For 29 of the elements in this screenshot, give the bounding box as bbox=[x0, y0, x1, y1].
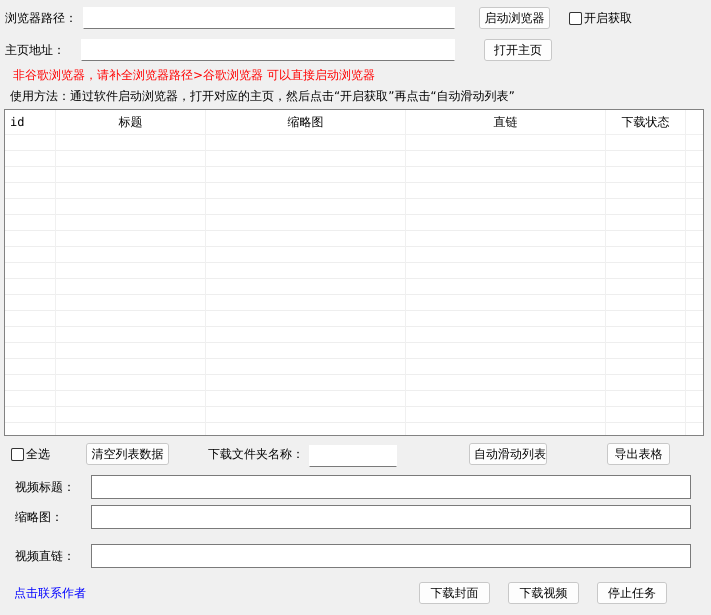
checkbox-label: 全选 bbox=[26, 446, 50, 462]
field-label: 缩略图： bbox=[15, 508, 64, 526]
open-home-button[interactable]: 打开主页 bbox=[484, 39, 552, 61]
launch-button[interactable]: 启动浏览器 bbox=[479, 7, 550, 29]
input-field[interactable] bbox=[91, 475, 691, 499]
warning-text: 非谷歌浏览器，请补全浏览器路径>谷歌浏览器 可以直接启动浏览器 bbox=[13, 67, 376, 82]
action-button[interactable]: 停止任务 bbox=[597, 582, 667, 604]
checkbox[interactable] bbox=[569, 12, 582, 24]
clear-button[interactable]: 清空列表数据 bbox=[86, 443, 169, 465]
usage-text: 使用方法：通过软件启动浏览器，打开对应的主页，然后点击“开启获取”再点击“自动滑动列表” bbox=[10, 88, 516, 103]
action-button[interactable]: 下载封面 bbox=[419, 582, 490, 604]
contact-link[interactable]: 点击联系作者 bbox=[14, 584, 86, 602]
input-field[interactable] bbox=[91, 544, 691, 568]
input-field[interactable] bbox=[91, 505, 691, 529]
checkbox-label: 开启获取 bbox=[584, 10, 632, 26]
column-header[interactable]: 直链 bbox=[406, 110, 606, 134]
field-label: 视频直链： bbox=[15, 548, 76, 564]
field-label: 视频标题： bbox=[15, 478, 76, 496]
column-header[interactable]: 缩略图 bbox=[206, 110, 406, 134]
auto-scroll-button[interactable]: 自动滑动列表 bbox=[469, 443, 547, 465]
export-button[interactable]: 导出表格 bbox=[607, 443, 670, 465]
checkbox[interactable] bbox=[11, 448, 24, 460]
field-label: 浏览器路径： bbox=[5, 10, 78, 26]
action-button[interactable]: 下载视频 bbox=[508, 582, 579, 604]
column-header[interactable]: id bbox=[5, 110, 56, 134]
field-label: 下载文件夹名称： bbox=[208, 446, 305, 462]
field-label: 主页地址： bbox=[5, 42, 66, 58]
column-header[interactable]: 标题 bbox=[56, 110, 206, 134]
column-header[interactable]: 下载状态 bbox=[606, 110, 686, 134]
